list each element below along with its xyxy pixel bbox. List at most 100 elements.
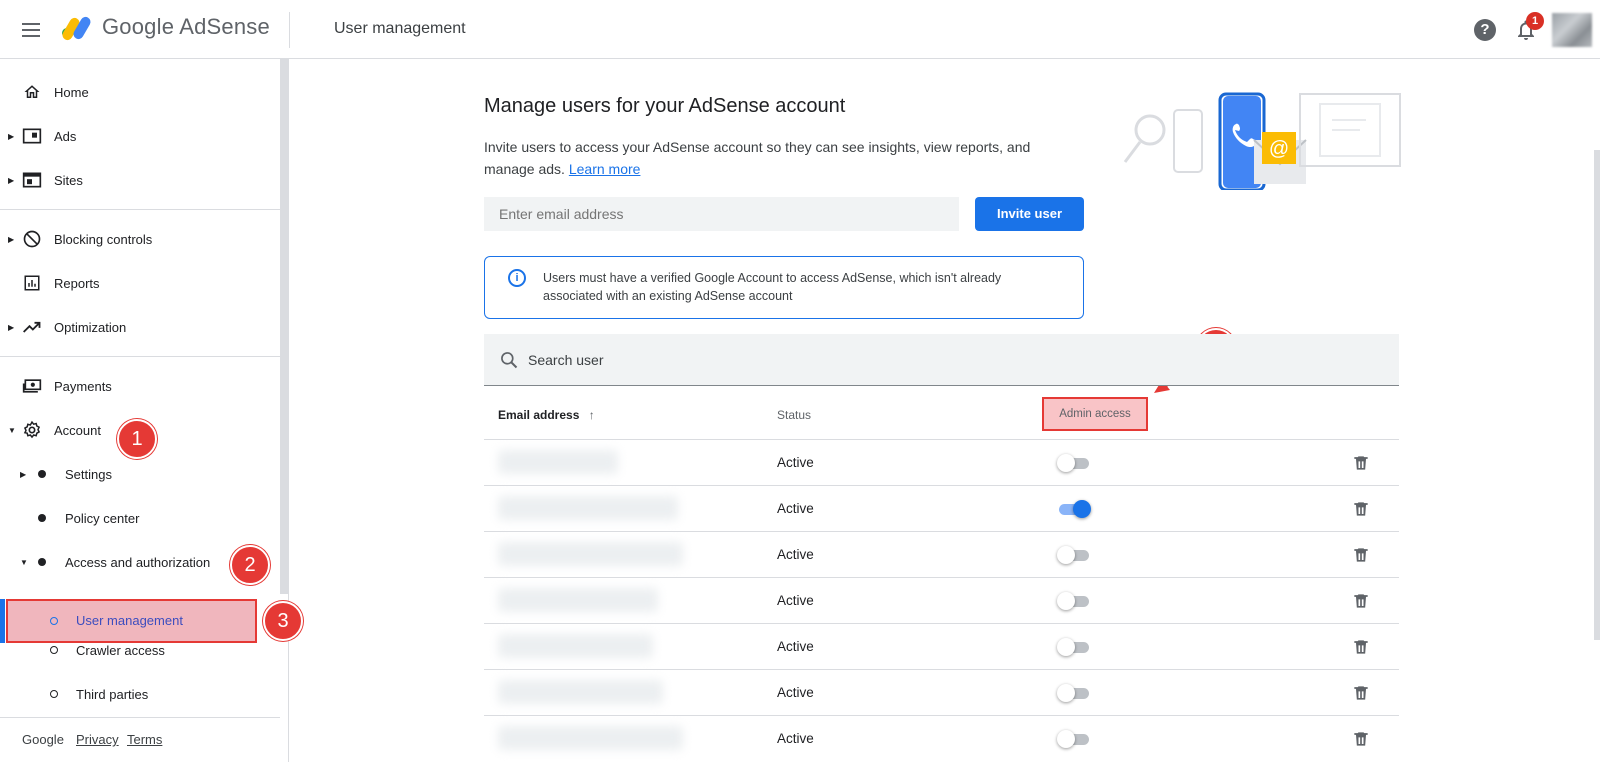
redacted-email [498, 450, 618, 474]
logo-text: Google AdSense [102, 14, 270, 39]
learn-more-link[interactable]: Learn more [569, 161, 641, 177]
redacted-email [498, 588, 658, 612]
delete-icon[interactable] [1351, 637, 1371, 657]
table-row: Active [484, 623, 1399, 669]
admin-access-toggle[interactable] [1057, 683, 1091, 703]
sidebar-item-policy-center[interactable]: Policy center [0, 496, 280, 540]
sort-ascending-icon[interactable]: ↑ [589, 408, 595, 422]
search-icon [501, 352, 518, 369]
delete-icon[interactable] [1351, 499, 1371, 519]
bullet-icon [38, 470, 46, 478]
redacted-email [498, 726, 683, 750]
sidebar-item-optimization[interactable]: ▶ Optimization [0, 305, 280, 349]
terms-link[interactable]: Terms [127, 732, 162, 747]
admin-access-toggle[interactable] [1057, 545, 1091, 565]
collapse-caret-icon[interactable]: ▼ [20, 558, 28, 567]
sidebar-item-label: User management [76, 613, 183, 628]
sidebar-footer: Google Privacy Terms [0, 717, 280, 762]
sidebar-item-label: Optimization [54, 319, 127, 335]
bullet-ring-icon [50, 617, 58, 625]
sidebar-item-payments[interactable]: Payments [0, 364, 280, 408]
info-text: Users must have a verified Google Accoun… [543, 271, 1002, 303]
sidebar-item-label: Sites [54, 172, 83, 188]
table-row: Active [484, 715, 1399, 761]
sidebar-scrollbar[interactable] [280, 59, 288, 594]
callout-badge-3: 3 [263, 601, 303, 641]
table-row: Active [484, 577, 1399, 623]
info-banner: i Users must have a verified Google Acco… [484, 256, 1084, 319]
callout-badge-2: 2 [230, 545, 270, 585]
admin-access-toggle[interactable] [1057, 637, 1091, 657]
delete-icon[interactable] [1351, 545, 1371, 565]
expand-caret-icon[interactable]: ▶ [8, 323, 14, 332]
table-row: Active [484, 485, 1399, 531]
expand-caret-icon[interactable]: ▶ [20, 470, 26, 479]
delete-icon[interactable] [1351, 591, 1371, 611]
sidebar-item-user-management[interactable]: User management [6, 599, 257, 643]
sidebar-item-sites[interactable]: ▶ Sites [0, 158, 280, 202]
avatar[interactable] [1552, 13, 1592, 47]
sidebar-item-label: Payments [54, 378, 112, 394]
bullet-ring-icon [50, 690, 58, 698]
sidebar-item-home[interactable]: Home [0, 70, 280, 114]
top-app-bar: Google AdSense User management ? 1 [0, 0, 1600, 59]
sidebar-item-label: Ads [54, 128, 77, 144]
redacted-email [498, 496, 678, 520]
admin-access-toggle[interactable] [1057, 591, 1091, 611]
sidebar-item-label: Settings [65, 466, 112, 482]
collapse-caret-icon[interactable]: ▼ [8, 426, 16, 435]
bullet-icon [38, 558, 46, 566]
invite-user-button[interactable]: Invite user [975, 197, 1084, 231]
sidebar-item-label: Blocking controls [54, 231, 153, 247]
sidebar-item-label: Access and authorization [65, 554, 211, 570]
redacted-email [498, 680, 663, 704]
page-scrollbar[interactable] [1594, 150, 1600, 640]
column-header-status: Status [777, 408, 812, 422]
bullet-ring-icon [50, 646, 58, 654]
main-description: Invite users to access your AdSense acco… [484, 136, 1084, 180]
payments-icon [21, 375, 43, 397]
sidebar-item-third-parties[interactable]: Third parties [0, 672, 280, 716]
expand-caret-icon[interactable]: ▶ [8, 132, 14, 141]
column-header-email[interactable]: Email address ↑ [498, 408, 595, 422]
gear-icon [21, 419, 43, 441]
info-icon: i [508, 269, 526, 287]
status-text: Active [777, 455, 814, 470]
users-illustration-icon: @ [1123, 92, 1401, 190]
expand-caret-icon[interactable]: ▶ [8, 176, 14, 185]
sidebar-item-reports[interactable]: Reports [0, 261, 280, 305]
delete-icon[interactable] [1351, 683, 1371, 703]
status-text: Active [777, 547, 814, 562]
privacy-link[interactable]: Privacy [76, 732, 119, 747]
search-user-field[interactable]: Search user [484, 334, 1399, 386]
expand-caret-icon[interactable]: ▶ [8, 235, 14, 244]
column-header-admin-access: Admin access [1042, 397, 1148, 431]
callout-badge-1: 1 [117, 419, 157, 459]
description-text: Invite users to access your AdSense acco… [484, 139, 1031, 177]
help-icon[interactable]: ? [1474, 19, 1496, 41]
sidebar-item-label: Policy center [65, 510, 140, 526]
sidebar-item-ads[interactable]: ▶ Ads [0, 114, 280, 158]
admin-access-toggle[interactable] [1057, 453, 1091, 473]
redacted-email [498, 634, 653, 658]
delete-icon[interactable] [1351, 453, 1371, 473]
reports-icon [21, 272, 43, 294]
email-field[interactable] [484, 197, 959, 231]
sidebar-item-label: Account [54, 422, 101, 438]
page-title: User management [334, 20, 466, 37]
svg-text:@: @ [1269, 138, 1289, 160]
sidebar-divider [0, 209, 280, 210]
table-row: Active [484, 669, 1399, 715]
sidebar-item-blocking-controls[interactable]: ▶ Blocking controls [0, 217, 280, 261]
admin-access-toggle[interactable] [1057, 499, 1091, 519]
admin-access-toggle[interactable] [1057, 729, 1091, 749]
table-row: Active [484, 531, 1399, 577]
google-footer-brand: Google [22, 732, 64, 747]
ads-icon [21, 125, 43, 147]
sidebar-item-label: Crawler access [76, 642, 165, 658]
status-text: Active [777, 639, 814, 654]
status-text: Active [777, 501, 814, 516]
search-placeholder: Search user [528, 352, 604, 368]
delete-icon[interactable] [1351, 729, 1371, 749]
menu-icon[interactable] [20, 19, 42, 39]
